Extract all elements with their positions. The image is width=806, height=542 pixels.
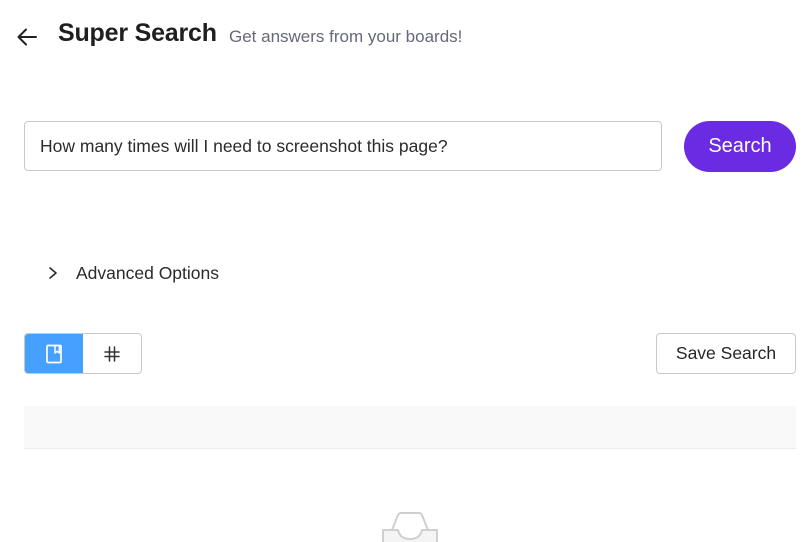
- search-input[interactable]: [24, 121, 662, 171]
- back-button[interactable]: [14, 24, 40, 50]
- chevron-right-icon: [44, 264, 62, 282]
- empty-inbox-icon: [378, 508, 442, 542]
- document-view-button[interactable]: [25, 334, 83, 373]
- page-subtitle: Get answers from your boards!: [229, 27, 463, 46]
- advanced-options-toggle[interactable]: Advanced Options: [44, 259, 219, 287]
- super-search-page: Super Search Get answers from your board…: [0, 0, 806, 542]
- hash-view-icon: [104, 345, 120, 362]
- advanced-options-label: Advanced Options: [76, 262, 220, 283]
- save-search-button[interactable]: Save Search: [656, 333, 796, 374]
- document-view-icon: [46, 344, 62, 363]
- results-header: [24, 406, 796, 449]
- arrow-left-icon: [17, 28, 37, 46]
- page-title: Super Search: [58, 19, 217, 47]
- hash-view-button[interactable]: [83, 334, 141, 373]
- search-button[interactable]: Search: [684, 121, 796, 172]
- view-mode-toggle: [24, 333, 142, 374]
